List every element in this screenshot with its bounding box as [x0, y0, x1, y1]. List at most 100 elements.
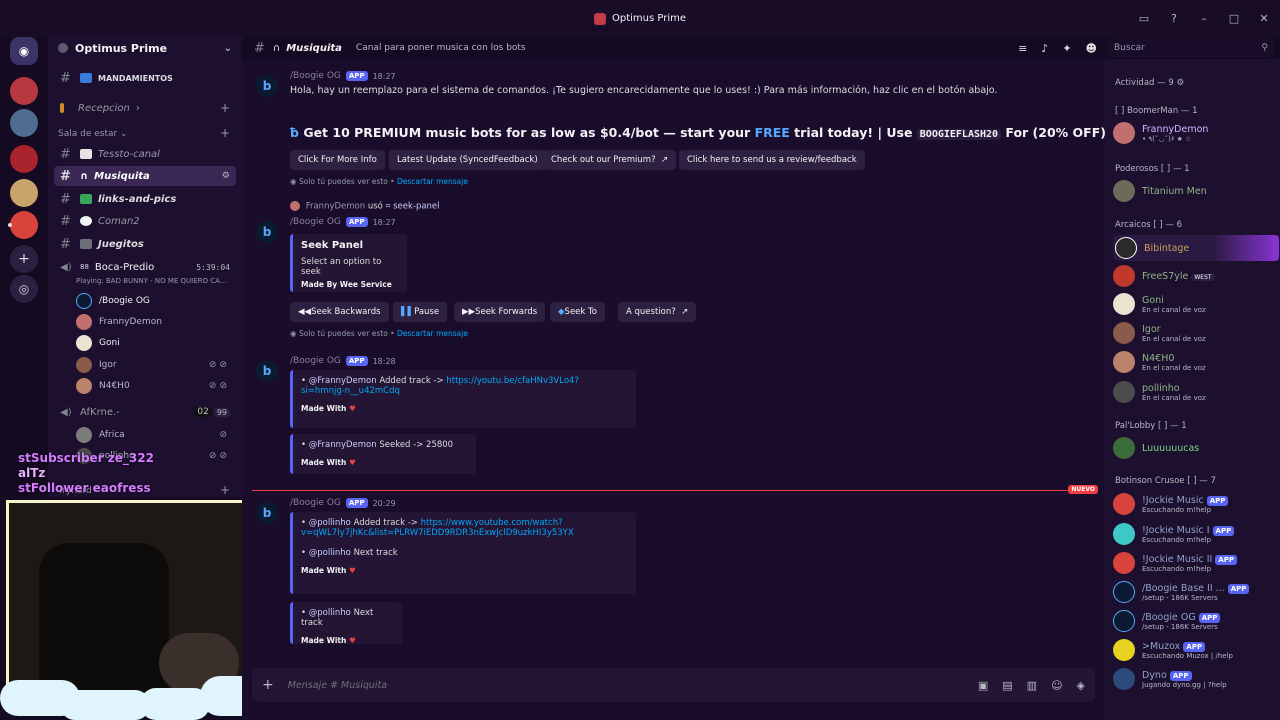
member[interactable]: Bibintage [1113, 235, 1279, 261]
bot-avatar[interactable]: b [256, 221, 278, 243]
pause-button[interactable]: ▌▌ Pause [393, 302, 448, 322]
track-link[interactable]: https://www.youtube.com/watch? [421, 518, 563, 528]
member[interactable]: >Muzox APP Escuchando Muzox | /help [1113, 639, 1279, 661]
feedback-button[interactable]: Click here to send us a review/feedback [679, 150, 865, 170]
channel-coman2[interactable]: # Coman2 [54, 211, 236, 231]
server-1[interactable] [10, 77, 38, 105]
member[interactable]: Titanium Men [1113, 180, 1279, 202]
member[interactable]: !Jockie Music I APP Escuchando m!help [1113, 523, 1279, 545]
track-link[interactable]: https://youtu.be/cfaHNv3VLo4? [446, 376, 579, 386]
bot-avatar[interactable]: b [256, 75, 278, 97]
user-mention[interactable]: @FrannyDemon [309, 376, 377, 386]
composer: + Mensaje # Musiquita ▣ ▤ ▥ ☺ ◈ [242, 662, 1105, 720]
members-icon[interactable]: ☻ [1086, 42, 1097, 55]
user-mention[interactable]: @pollinho [309, 548, 351, 558]
server-5[interactable] [10, 211, 38, 239]
member[interactable]: Luuuuuucas [1113, 437, 1279, 459]
voice-user[interactable]: /Boogie OG [76, 292, 236, 310]
seek-forwards-button[interactable]: ▶▶ Seek Forwards [454, 302, 546, 322]
bot-avatar[interactable]: b [256, 360, 278, 382]
member[interactable]: /Boogie OG APP/setup - 186K Servers [1113, 610, 1279, 632]
add-channel-icon[interactable]: + [220, 101, 230, 115]
more-info-button[interactable]: Click For More Info [290, 150, 385, 170]
chevron-down-icon[interactable]: ⌄ [224, 43, 232, 54]
dismiss-link[interactable]: Descartar mensaje [397, 177, 468, 186]
member[interactable]: Igor En el canal de voz [1113, 322, 1279, 344]
add-channel-icon[interactable]: + [220, 126, 230, 140]
voice-user[interactable]: N4€H0 ⊘⊘ [76, 377, 236, 395]
search-input[interactable]: Buscar ⚲ [1108, 39, 1274, 57]
author-name[interactable]: /Boogie OG [290, 356, 341, 366]
track-link[interactable]: v=qWL7Iy7jhKc&list=PLRW7iEDD9RDR3nExwJcl… [301, 528, 628, 538]
author-name[interactable]: /Boogie OG [290, 498, 341, 508]
seek-to-button[interactable]: ◆ Seek To [550, 302, 605, 322]
author-name[interactable]: /Boogie OG [290, 71, 341, 81]
maximize-icon[interactable]: □ [1226, 12, 1242, 25]
member[interactable]: pollinho En el canal de voz [1113, 381, 1279, 403]
pin-icon[interactable]: ✦ [1062, 42, 1071, 55]
channel-tessto-canal[interactable]: # Tessto-canal [54, 144, 236, 164]
explore-icon[interactable]: ◎ [10, 275, 38, 303]
help-icon[interactable]: ? [1166, 12, 1182, 25]
voice-channel-boca-predio[interactable]: ◀) 88 Boca-Predio 5:39:04 [54, 257, 236, 277]
member[interactable]: Goni En el canal de voz [1113, 293, 1279, 315]
voice-user[interactable]: Igor ⊘⊘ [76, 356, 236, 374]
voice-channel-afkrne[interactable]: ◀) AfKrne.- 02 99 [54, 402, 236, 422]
add-server-icon[interactable]: + [10, 245, 38, 273]
member[interactable]: !Jockie Music APP Escuchando m!help [1113, 493, 1279, 515]
member[interactable]: FrannyDemon • ٩(˘◡˘)۶ ★ ☆ [1113, 122, 1279, 144]
message-input[interactable]: + Mensaje # Musiquita ▣ ▤ ▥ ☺ ◈ [252, 668, 1095, 702]
pause-icon: ▌▌ [401, 307, 415, 317]
emoji-icon[interactable]: ☺ [1051, 679, 1062, 692]
member[interactable]: Dyno APP Jugando dyno.gg | ?help [1113, 668, 1279, 690]
bot-avatar[interactable]: b [256, 502, 278, 524]
gif-icon[interactable]: ▤ [1002, 679, 1012, 692]
new-badge: NUEVO [1068, 485, 1098, 494]
dismiss-link[interactable]: Descartar mensaje [397, 329, 468, 338]
member[interactable]: N4€H0 En el canal de voz [1113, 351, 1279, 373]
user-mention[interactable]: @FrannyDemon [309, 440, 377, 450]
guild-header[interactable]: Optimus Prime ⌄ [48, 37, 242, 59]
channel-musiquita[interactable]: # ∩ Musiquita ⚙ [54, 166, 236, 186]
add-channel-icon[interactable]: + [220, 483, 230, 497]
question-button[interactable]: A question? ↗ [618, 302, 697, 322]
track-link[interactable]: si=hmnjg-n__u42mCdq [301, 386, 628, 396]
home-button[interactable]: ◉ [10, 37, 38, 65]
channel-topic[interactable]: Canal para poner musica con los bots [356, 43, 526, 53]
channel-juegitos[interactable]: # Juegitos [54, 234, 236, 254]
inbox-icon[interactable]: ▭ [1136, 12, 1152, 25]
server-2[interactable] [10, 109, 38, 137]
server-4[interactable] [10, 179, 38, 207]
chat-header: # ∩ Musiquita Canal para poner musica co… [242, 37, 1105, 59]
member[interactable]: /Boogie Base II ... APP/setup - 186K Ser… [1113, 581, 1279, 603]
avatar [1113, 381, 1135, 403]
seek-backwards-button[interactable]: ◀◀ Seek Backwards [290, 302, 389, 322]
sticker-icon[interactable]: ▥ [1027, 679, 1037, 692]
threads-icon[interactable]: ≡ [1018, 42, 1027, 55]
channel-mandamientos[interactable]: # MANDAMIENTOS [54, 68, 236, 88]
gift-icon[interactable]: ▣ [978, 679, 988, 692]
voice-user[interactable]: Goni [76, 334, 236, 352]
member[interactable]: FreeS7yle WEST [1113, 265, 1279, 287]
minimize-icon[interactable]: – [1196, 12, 1212, 25]
attach-icon[interactable]: + [262, 677, 274, 693]
user-mention[interactable]: @pollinho [309, 518, 351, 528]
bell-icon[interactable]: ♪ [1041, 42, 1048, 55]
user-mention[interactable]: @pollinho [309, 608, 351, 618]
member[interactable]: !Jockie Music II APP Escuchando m!help [1113, 552, 1279, 574]
channel-settings-icon[interactable]: ⚙ [222, 171, 230, 181]
avatar [76, 357, 92, 373]
voice-user[interactable]: Africa ⊘ [76, 426, 236, 444]
latest-update-button[interactable]: Latest Update (SyncedFeedback) [389, 150, 546, 170]
command-reply[interactable]: FrannyDemon usó ⌗ seek-panel [290, 201, 440, 212]
channel-links-and-pics[interactable]: # links-and-pics [54, 189, 236, 209]
close-icon[interactable]: ✕ [1256, 12, 1272, 25]
voice-user[interactable]: FrannyDemon [76, 313, 236, 331]
channel-title: Musiquita [286, 42, 342, 54]
author-name[interactable]: /Boogie OG [290, 217, 341, 227]
apps-icon[interactable]: ◈ [1077, 679, 1085, 692]
premium-button[interactable]: Check out our Premium? ↗ [543, 150, 677, 170]
category-sala-de-estar[interactable]: Sala de estar ⌄ [58, 129, 128, 139]
server-3[interactable] [10, 145, 38, 173]
category-recepcion[interactable]: Recepcion › [54, 98, 236, 118]
